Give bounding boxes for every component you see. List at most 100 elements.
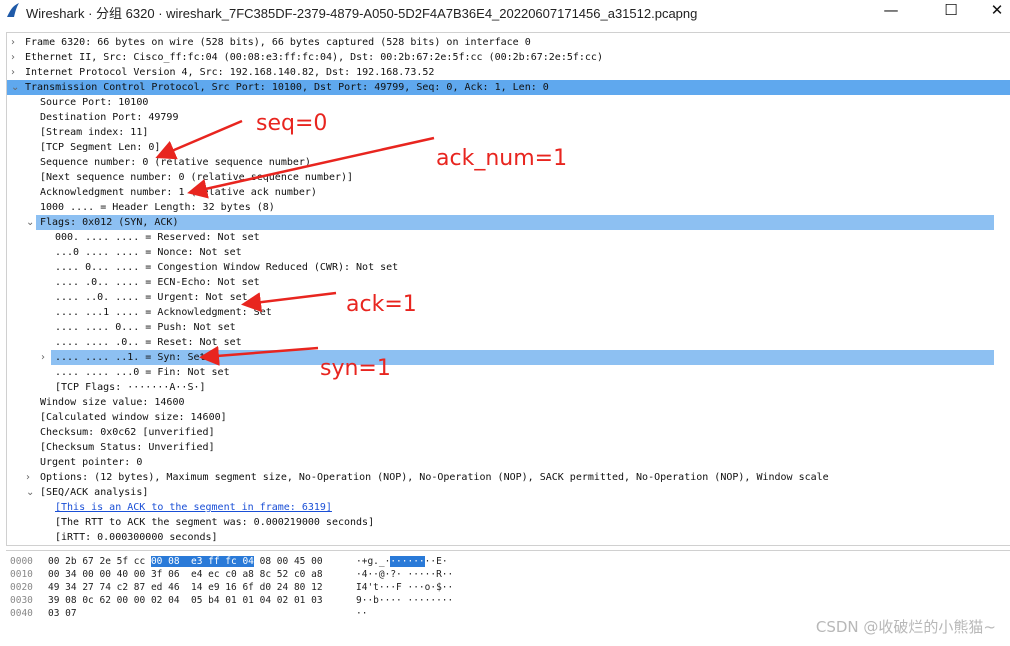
collapse-arrow-icon[interactable]: ⌄ <box>11 80 21 95</box>
tree-row-label: Sequence number: 0 (relative sequence nu… <box>40 157 311 168</box>
tree-row[interactable]: ...0 .... .... = Nonce: Not set <box>7 245 1010 260</box>
hex-bytes-segment: 00 34 00 00 40 00 3f 06 e4 ec c0 a8 8c 5… <box>48 569 323 580</box>
tree-row-label: Flags: 0x012 (SYN, ACK) <box>40 217 179 228</box>
tree-row[interactable]: [Stream index: 11] <box>7 125 1010 140</box>
tree-row[interactable]: Checksum: 0x0c62 [unverified] <box>7 425 1010 440</box>
ascii-bytes-selected: ······ <box>390 556 425 567</box>
tree-row[interactable]: ⌄ Transmission Control Protocol, Src Port… <box>7 80 1010 95</box>
collapse-arrow-icon[interactable]: ⌄ <box>26 215 36 230</box>
tree-row[interactable]: [Checksum Status: Unverified] <box>7 440 1010 455</box>
tree-row[interactable]: .... 0... .... = Congestion Window Reduc… <box>7 260 1010 275</box>
tree-row-label: [iRTT: 0.000300000 seconds] <box>55 532 218 543</box>
tree-row-label: Internet Protocol Version 4, Src: 192.16… <box>25 67 435 78</box>
hex-bytes-selected: 00 08 e3 ff fc 04 <box>150 556 254 567</box>
expand-arrow-icon[interactable]: › <box>11 65 21 80</box>
tree-row-label: Urgent pointer: 0 <box>40 457 143 468</box>
tree-row[interactable]: .... ...1 .... = Acknowledgment: Set <box>7 305 1010 320</box>
row-highlight <box>36 215 994 230</box>
tree-row-label: [Calculated window size: 14600] <box>40 412 227 423</box>
tree-row[interactable]: .... .... ...0 = Fin: Not set <box>7 365 1010 380</box>
tree-row-label: Checksum: 0x0c62 [unverified] <box>40 427 215 438</box>
tree-row[interactable]: Destination Port: 49799 <box>7 110 1010 125</box>
hex-bytes[interactable]: 49 34 27 74 c2 87 ed 46 14 e9 16 6f d0 2… <box>48 581 323 594</box>
tree-row-label: .... .... 0... = Push: Not set <box>55 322 236 333</box>
tree-row[interactable]: ⌄ [SEQ/ACK analysis] <box>7 485 1010 500</box>
packet-details-tree[interactable]: › Frame 6320: 66 bytes on wire (528 bits)… <box>6 32 1010 546</box>
tree-row[interactable]: [Calculated window size: 14600] <box>7 410 1010 425</box>
tree-row[interactable]: [The RTT to ACK the segment was: 0.00021… <box>7 515 1010 530</box>
ascii-bytes-segment: ·4··@·?· ·····R·· <box>356 569 454 580</box>
hex-bytes[interactable]: 00 2b 67 2e 5f cc 00 08 e3 ff fc 04 08 0… <box>48 555 323 568</box>
tree-row[interactable]: 000. .... .... = Reserved: Not set <box>7 230 1010 245</box>
expand-arrow-icon[interactable]: › <box>11 50 21 65</box>
tree-row[interactable]: [This is an ACK to the segment in frame:… <box>7 500 1010 515</box>
tree-row[interactable]: › Options: (12 bytes), Maximum segment si… <box>7 470 1010 485</box>
maximize-button[interactable]: ☐ <box>928 0 974 22</box>
hex-bytes-segment: 08 00 45 00 <box>253 556 323 567</box>
tree-row-label: 1000 .... = Header Length: 32 bytes (8) <box>40 202 275 213</box>
tree-row-label: [SEQ/ACK analysis] <box>40 487 149 498</box>
hex-bytes-segment: 03 07 <box>48 608 77 619</box>
tree-row[interactable]: 1000 .... = Header Length: 32 bytes (8) <box>7 200 1010 215</box>
tree-row-label: .... 0... .... = Congestion Window Reduc… <box>55 262 399 273</box>
tree-row-label: .... .... ..1. = Syn: Set <box>55 352 206 363</box>
tree-row[interactable]: .... ..0. .... = Urgent: Not set <box>7 290 1010 305</box>
tree-row-label: .... ...1 .... = Acknowledgment: Set <box>55 307 272 318</box>
close-button[interactable]: ✕ <box>974 0 1010 22</box>
expand-arrow-icon[interactable]: › <box>11 35 21 50</box>
byte-offset: 0020 <box>10 582 33 593</box>
byte-offset: 0010 <box>10 569 33 580</box>
ascii-bytes-segment: 9··b···· ········ <box>356 595 454 606</box>
tree-row-label: [TCP Segment Len: 0] <box>40 142 161 153</box>
ascii-bytes[interactable]: ·· <box>356 607 367 620</box>
ascii-bytes[interactable]: I4't···F ···o·$·· <box>356 581 453 594</box>
annotation-ack: ack=1 <box>346 292 417 317</box>
tree-row[interactable]: › .... .... ..1. = Syn: Set <box>7 350 1010 365</box>
ascii-bytes-segment: ·· <box>356 608 368 619</box>
tree-row-label: .... .0.. .... = ECN-Echo: Not set <box>55 277 260 288</box>
tree-row-label: Ethernet II, Src: Cisco_ff:fc:04 (00:08:… <box>25 52 603 63</box>
annotation-ack-num: ack_num=1 <box>436 146 568 171</box>
tree-row[interactable]: Window size value: 14600 <box>7 395 1010 410</box>
tree-row[interactable]: › Ethernet II, Src: Cisco_ff:fc:04 (00:08… <box>7 50 1010 65</box>
tree-row[interactable]: [Next sequence number: 0 (relative seque… <box>7 170 1010 185</box>
annotation-seq: seq=0 <box>256 111 328 136</box>
tree-row[interactable]: Urgent pointer: 0 <box>7 455 1010 470</box>
tree-row[interactable]: [TCP Flags: ·······A··S·] <box>7 380 1010 395</box>
tree-row[interactable]: › Internet Protocol Version 4, Src: 192.1… <box>7 65 1010 80</box>
tree-row-label: 000. .... .... = Reserved: Not set <box>55 232 260 243</box>
window-title: Wireshark · 分组 6320 · wireshark_7FC385DF… <box>26 6 698 21</box>
hex-bytes[interactable]: 39 08 0c 62 00 00 02 04 05 b4 01 01 04 0… <box>48 594 323 607</box>
tree-row[interactable]: .... .0.. .... = ECN-Echo: Not set <box>7 275 1010 290</box>
tree-row-label: Frame 6320: 66 bytes on wire (528 bits),… <box>25 37 531 48</box>
tree-row-label: Options: (12 bytes), Maximum segment siz… <box>40 472 829 483</box>
tree-row-label: Window size value: 14600 <box>40 397 185 408</box>
expand-arrow-icon[interactable]: › <box>41 350 51 365</box>
tree-row[interactable]: [iRTT: 0.000300000 seconds] <box>7 530 1010 545</box>
bytes-row: 0030 39 08 0c 62 00 00 02 04 05 b4 01 01 … <box>6 594 606 607</box>
tree-row[interactable]: Acknowledgment number: 1 (relative ack n… <box>7 185 1010 200</box>
tree-row[interactable]: › Frame 6320: 66 bytes on wire (528 bits)… <box>7 35 1010 50</box>
expand-arrow-icon[interactable]: › <box>26 470 36 485</box>
collapse-arrow-icon[interactable]: ⌄ <box>26 485 36 500</box>
bytes-row: 0010 00 34 00 00 40 00 3f 06 e4 ec c0 a8 … <box>6 568 606 581</box>
tree-row-label: .... .... ...0 = Fin: Not set <box>55 367 230 378</box>
tree-row-label: [The RTT to ACK the segment was: 0.00021… <box>55 517 375 528</box>
ascii-bytes[interactable]: ·4··@·?· ·····R·· <box>356 568 453 581</box>
watermark: CSDN @收破烂的小熊猫~ <box>815 618 996 636</box>
ascii-bytes[interactable]: ·+g._·········E· <box>356 555 448 568</box>
ascii-bytes-segment: I4't···F ···o·$·· <box>356 582 454 593</box>
tree-row[interactable]: ⌄ Flags: 0x012 (SYN, ACK) <box>7 215 1010 230</box>
ascii-bytes[interactable]: 9··b···· ········ <box>356 594 453 607</box>
tree-row-label: [Checksum Status: Unverified] <box>40 442 215 453</box>
title-bar: Wireshark · 分组 6320 · wireshark_7FC385DF… <box>0 0 1010 22</box>
hex-bytes[interactable]: 00 34 00 00 40 00 3f 06 e4 ec c0 a8 8c 5… <box>48 568 323 581</box>
hex-bytes[interactable]: 03 07 <box>48 607 77 620</box>
tree-row-label: Acknowledgment number: 1 (relative ack n… <box>40 187 317 198</box>
tree-row[interactable]: Source Port: 10100 <box>7 95 1010 110</box>
tree-row[interactable]: .... .... .0.. = Reset: Not set <box>7 335 1010 350</box>
hex-bytes-segment: 49 34 27 74 c2 87 ed 46 14 e9 16 6f d0 2… <box>48 582 323 593</box>
frame-link[interactable]: [This is an ACK to the segment in frame:… <box>55 500 332 515</box>
tree-row[interactable]: .... .... 0... = Push: Not set <box>7 320 1010 335</box>
minimize-button[interactable]: — <box>868 0 914 22</box>
